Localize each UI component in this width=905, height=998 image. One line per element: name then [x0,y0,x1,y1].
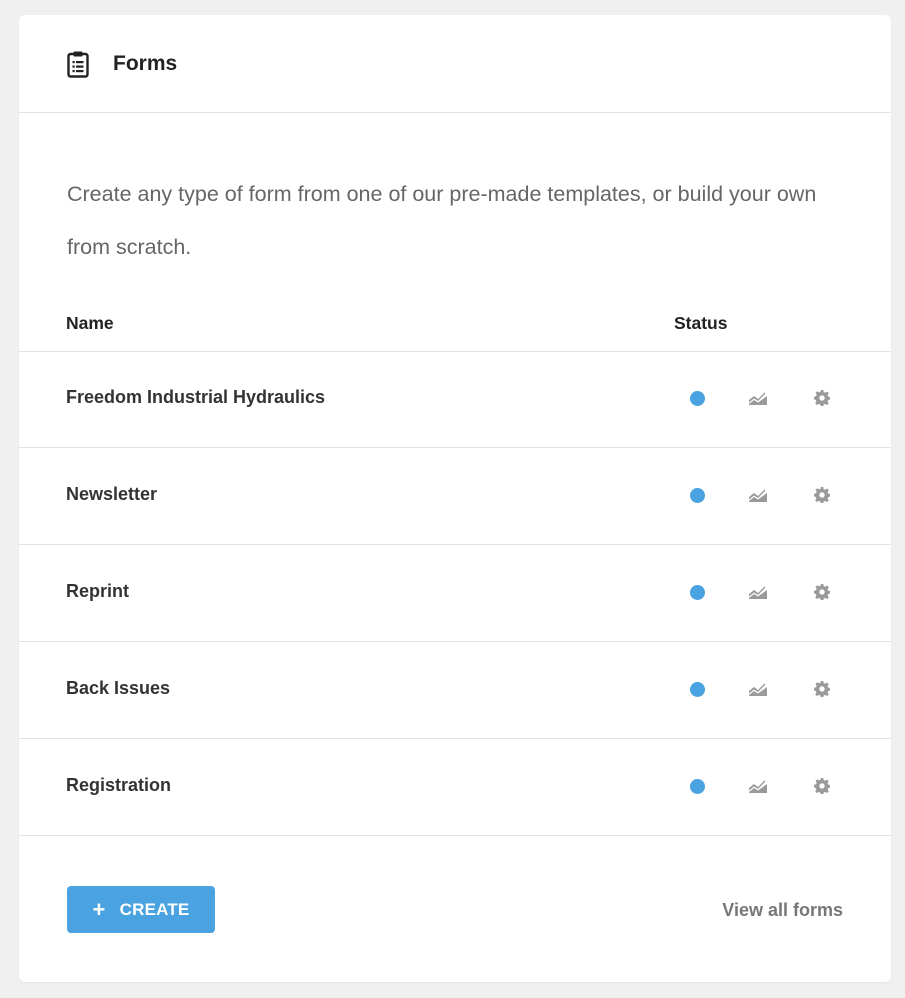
gear-icon[interactable] [814,390,831,407]
column-header-status: Status [674,313,728,333]
status-indicator [690,488,705,503]
create-button-label: CREATE [119,899,190,919]
forms-description: Create any type of form from one of our … [67,182,817,259]
create-button[interactable]: + CREATE [67,886,215,933]
view-all-forms-link[interactable]: View all forms [722,900,843,921]
table-row[interactable]: Freedom Industrial Hydraulics [19,351,891,448]
table-row[interactable]: Reprint [19,545,891,642]
gear-icon[interactable] [814,681,831,698]
card-header: Forms [19,15,891,113]
table-row[interactable]: Newsletter [19,448,891,545]
table-row[interactable]: Registration [19,739,891,836]
status-indicator [690,682,705,697]
plus-icon: + [92,896,106,922]
form-name[interactable]: Freedom Industrial Hydraulics [66,387,325,408]
table-header: Name Status [19,309,891,352]
gear-icon[interactable] [814,584,831,601]
stats-chart-icon[interactable] [748,681,768,697]
status-indicator [690,585,705,600]
form-name[interactable]: Back Issues [66,678,170,699]
form-name[interactable]: Newsletter [66,484,157,505]
status-indicator [690,779,705,794]
form-name[interactable]: Reprint [66,581,129,602]
form-name[interactable]: Registration [66,775,171,796]
stats-chart-icon[interactable] [748,778,768,794]
gear-icon[interactable] [814,487,831,504]
status-indicator [690,391,705,406]
stats-chart-icon[interactable] [748,390,768,406]
card-title: Forms [113,51,178,75]
stats-chart-icon[interactable] [748,487,768,503]
forms-list: Freedom Industrial Hydraulics Newsletter… [19,351,891,836]
column-header-name: Name [66,313,114,333]
stats-chart-icon[interactable] [748,584,768,600]
table-row[interactable]: Back Issues [19,642,891,739]
clipboard-icon [67,50,89,78]
forms-card: Forms Create any type of form from one o… [19,15,891,982]
gear-icon[interactable] [814,778,831,795]
